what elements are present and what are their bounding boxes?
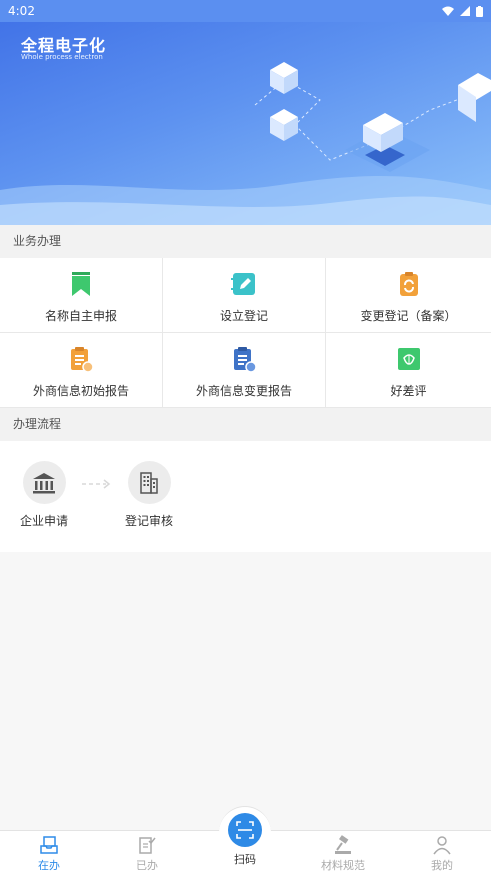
banner-subtitle: Whole process electron [21, 53, 103, 61]
section-header-business: 业务办理 [0, 225, 491, 258]
bank-building-icon [33, 472, 55, 493]
service-label: 好差评 [390, 384, 427, 398]
service-foreign-initial-report[interactable]: 外商信息初始报告 [0, 333, 163, 408]
flow-circle [22, 461, 66, 504]
flow-label: 企业申请 [19, 514, 68, 528]
office-building-icon [140, 471, 158, 494]
flow-step-apply: 企业申请 [14, 461, 74, 529]
nav-label: 在办 [38, 859, 60, 872]
process-flow: 企业申请 登记审核 [0, 441, 491, 552]
service-name-declaration[interactable]: 名称自主申报 [0, 258, 163, 333]
status-icons [442, 5, 483, 17]
notebook-edit-icon [231, 273, 255, 295]
nav-tab-materials[interactable]: 材料规范 [313, 835, 373, 873]
nav-tab-in-progress[interactable]: 在办 [19, 835, 79, 873]
bookmark-icon [72, 272, 90, 296]
clipboard-change-icon [234, 347, 257, 373]
clipboard-refresh-icon [399, 272, 418, 296]
service-grid: 名称自主申报 设立登记 变更登记（备案） 外商信息初始报告 外商信息变更报告 好… [0, 258, 491, 408]
service-establish-registration[interactable]: 设立登记 [163, 258, 326, 333]
hero-banner: 全程电子化 Whole process electron [0, 0, 491, 225]
nav-label: 已办 [136, 859, 158, 872]
clipboard-report-icon [71, 347, 94, 373]
nav-tab-done[interactable]: 已办 [117, 835, 177, 873]
flow-label: 登记审核 [124, 514, 173, 528]
scan-button[interactable] [228, 813, 262, 847]
service-label: 变更登记（备案） [360, 309, 457, 323]
status-time: 4:02 [8, 4, 35, 18]
status-bar: 4:02 [0, 0, 491, 22]
nav-label: 材料规范 [321, 859, 365, 872]
nav-label: 我的 [431, 859, 453, 872]
flow-step-review: 登记审核 [119, 461, 179, 529]
battery-icon [476, 5, 483, 17]
scan-label: 扫码 [234, 853, 256, 866]
service-change-registration[interactable]: 变更登记（备案） [326, 258, 491, 333]
service-rating[interactable]: 好差评 [326, 333, 491, 408]
gavel-icon [335, 835, 351, 854]
inbox-icon [40, 836, 58, 854]
person-icon [433, 836, 451, 855]
done-document-icon [139, 837, 156, 854]
section-header-process: 办理流程 [0, 408, 491, 441]
wifi-icon [442, 6, 454, 16]
signal-icon [460, 6, 470, 16]
flow-arrow-icon [82, 479, 111, 489]
lotus-rating-icon [397, 348, 420, 370]
scan-icon [236, 821, 254, 839]
service-label: 外商信息初始报告 [32, 384, 129, 398]
flow-circle [127, 461, 171, 504]
service-label: 名称自主申报 [44, 309, 117, 323]
nav-tab-mine[interactable]: 我的 [412, 835, 472, 873]
service-foreign-change-report[interactable]: 外商信息变更报告 [163, 333, 326, 408]
service-label: 设立登记 [219, 309, 268, 323]
service-label: 外商信息变更报告 [195, 384, 292, 398]
